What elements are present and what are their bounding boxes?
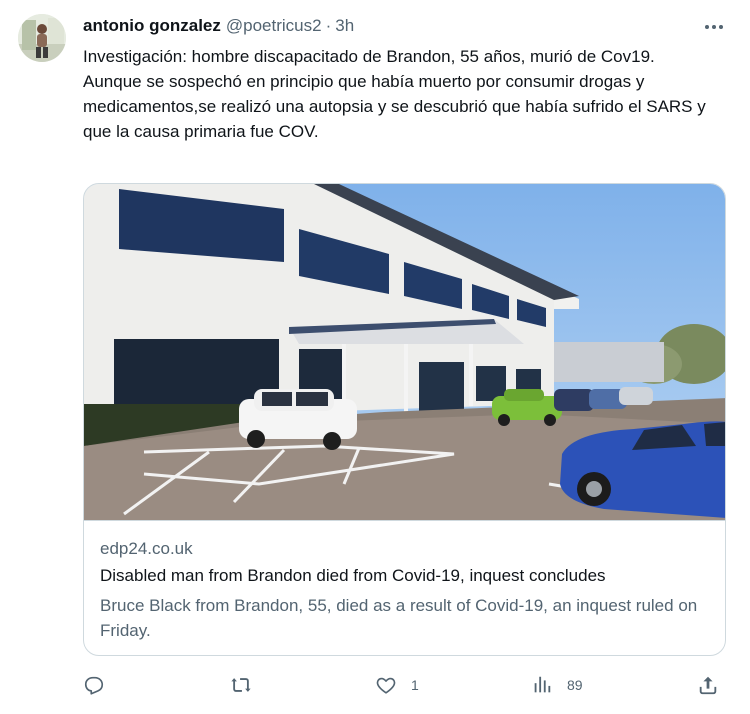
card-domain: edp24.co.uk [100, 539, 193, 558]
like-button[interactable]: 1 [375, 671, 419, 699]
reply-icon [83, 674, 105, 696]
link-card[interactable]: edp24.co.uk Disabled man from Brandon di… [83, 183, 726, 656]
author-handle[interactable]: @poetricus2 [226, 16, 322, 36]
more-icon[interactable] [700, 16, 728, 38]
avatar[interactable] [18, 14, 66, 62]
card-title[interactable]: Disabled man from Brandon died from Covi… [100, 566, 710, 586]
views-count: 89 [567, 677, 583, 693]
card-description: Bruce Black from Brandon, 55, died as a … [100, 596, 698, 640]
views-chart-icon [531, 674, 553, 696]
card-image [84, 184, 725, 520]
card-info: edp24.co.uk Disabled man from Brandon di… [84, 520, 725, 655]
like-count: 1 [411, 677, 419, 693]
reply-button[interactable] [83, 671, 119, 699]
views-button[interactable]: 89 [531, 671, 583, 699]
retweet-icon [230, 674, 252, 696]
heart-icon [375, 674, 397, 696]
retweet-button[interactable] [230, 671, 266, 699]
share-button[interactable] [697, 671, 719, 699]
action-bar: 1 89 [83, 671, 723, 699]
timestamp[interactable]: 3h [335, 16, 354, 36]
tweet-text: Investigación: hombre discapacitado de B… [83, 47, 706, 141]
header-separator: · [325, 16, 332, 35]
author-name[interactable]: antonio gonzalez [83, 16, 221, 36]
share-icon [697, 674, 719, 696]
tweet: antonio gonzalez @poetricus2 · 3h Invest… [0, 0, 750, 714]
tweet-header: antonio gonzalez @poetricus2 · 3h [83, 14, 354, 38]
